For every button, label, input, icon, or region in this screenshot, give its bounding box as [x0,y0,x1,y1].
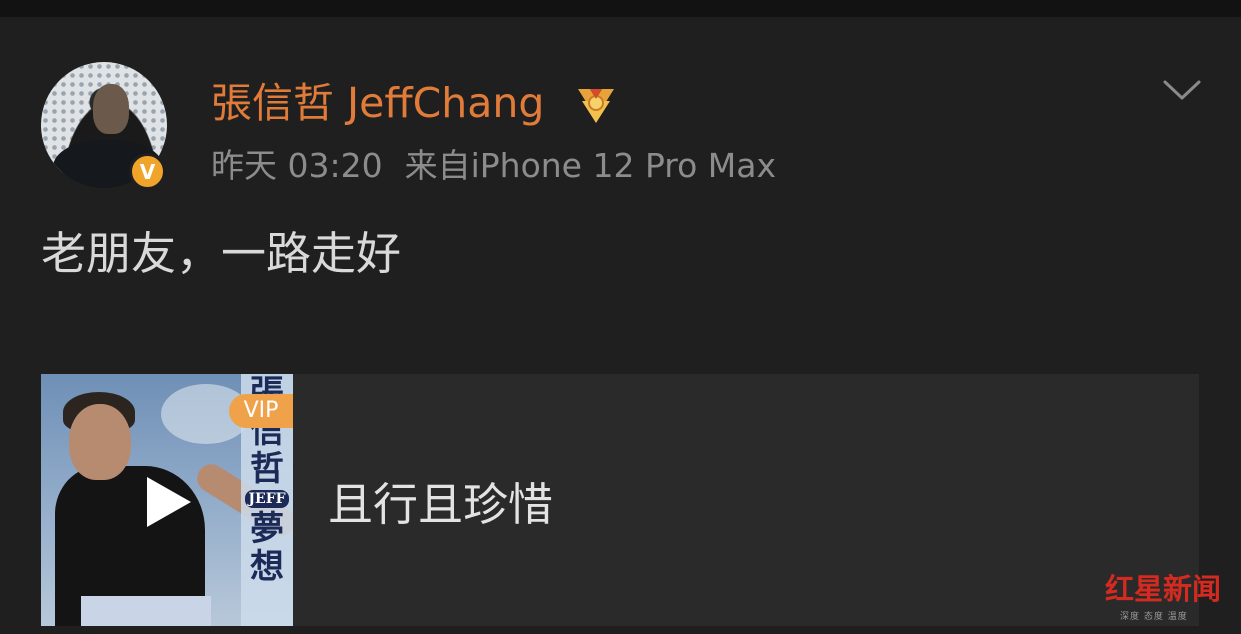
top-bar [0,0,1241,17]
post-time: 昨天 03:20 [211,146,383,185]
vip-badge: VIP [229,394,293,428]
watermark-logo: 红星新闻 [1105,572,1222,606]
post-meta: 昨天 03:20 来自iPhone 12 Pro Max [211,146,776,186]
chevron-down-icon[interactable] [1162,76,1202,104]
cover-head [69,404,131,480]
cover-artist: 張信哲 [250,374,284,489]
cover-album: 夢想 [250,509,284,587]
album-cover[interactable]: 張信哲 JEFF 夢想 VIP [41,374,293,626]
post-source: 来自iPhone 12 Pro Max [404,146,777,185]
post-text: 老朋友，一路走好 [41,227,402,280]
song-title[interactable]: 且行且珍惜 [328,477,553,533]
watermark-tagline: 深度 态度 温度 [1120,612,1188,622]
avatar-face [93,84,129,134]
cover-name: JEFF [245,490,289,508]
author-name[interactable]: 張信哲 JeffChang [211,78,544,128]
medal-icon[interactable] [574,83,618,125]
cover-pants [81,596,211,626]
verified-v-icon: V [129,153,166,190]
play-icon[interactable] [147,477,191,527]
music-card[interactable]: 張信哲 JEFF 夢想 VIP 且行且珍惜 [41,374,1199,626]
